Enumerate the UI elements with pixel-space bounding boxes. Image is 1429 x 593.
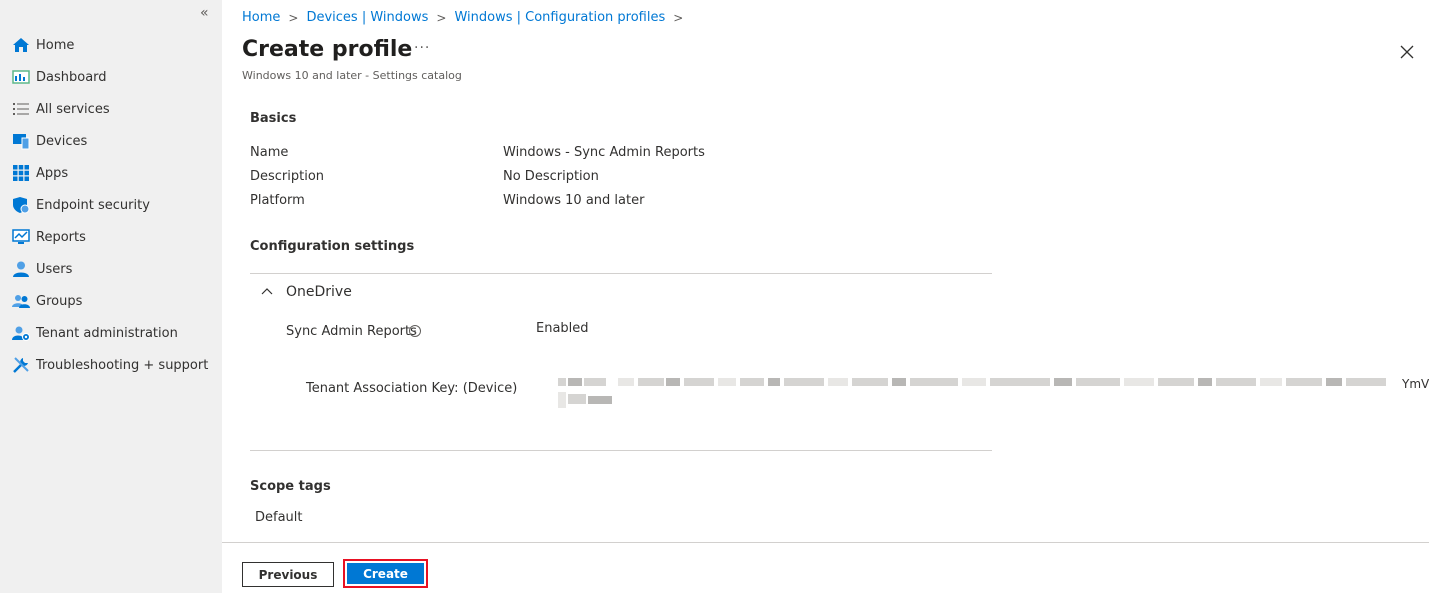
sidebar-item-label: All services bbox=[36, 101, 110, 117]
breadcrumb-home[interactable]: Home bbox=[242, 10, 280, 25]
chevron-right-icon: > bbox=[436, 10, 447, 25]
chevron-right-icon: > bbox=[288, 10, 299, 25]
redacted-key-value bbox=[558, 372, 1403, 416]
sidebar-item-apps[interactable]: Apps bbox=[0, 157, 222, 189]
breadcrumb-devices-windows[interactable]: Devices | Windows bbox=[306, 10, 428, 25]
sidebar-item-home[interactable]: Home bbox=[0, 29, 222, 61]
breadcrumb: Home > Devices | Windows > Windows | Con… bbox=[242, 10, 691, 25]
apps-icon bbox=[11, 163, 31, 183]
key-value-tail: YmV bbox=[1402, 377, 1429, 391]
list-icon bbox=[11, 99, 31, 119]
sidebar-item-devices[interactable]: Devices bbox=[0, 125, 222, 157]
sidebar-item-troubleshooting-support[interactable]: Troubleshooting + support bbox=[0, 349, 222, 381]
sidebar-item-users[interactable]: Users bbox=[0, 253, 222, 285]
chevron-right-icon: > bbox=[673, 10, 684, 25]
basics-section-title: Basics bbox=[250, 111, 297, 126]
sidebar-item-groups[interactable]: Groups bbox=[0, 285, 222, 317]
user-icon bbox=[11, 259, 31, 279]
reports-icon bbox=[11, 227, 31, 247]
collapse-sidebar-button[interactable]: « bbox=[200, 5, 209, 21]
name-value: Windows - Sync Admin Reports bbox=[503, 145, 705, 160]
chevron-up-icon[interactable] bbox=[260, 284, 274, 302]
sidebar-item-label: Users bbox=[36, 261, 73, 277]
dashboard-icon bbox=[11, 67, 31, 87]
sidebar-nav: Home Dashboard All services Devices Apps bbox=[0, 29, 222, 381]
shield-icon bbox=[11, 195, 31, 215]
info-icon[interactable] bbox=[408, 324, 422, 338]
sidebar-item-label: Reports bbox=[36, 229, 86, 245]
tools-icon bbox=[11, 355, 31, 375]
sync-admin-reports-value: Enabled bbox=[536, 321, 589, 336]
tenant-association-key-label: Tenant Association Key: (Device) bbox=[306, 381, 518, 396]
page-subtitle: Windows 10 and later - Settings catalog bbox=[242, 69, 462, 82]
sidebar-item-label: Tenant administration bbox=[36, 325, 178, 341]
main-panel: Home > Devices | Windows > Windows | Con… bbox=[222, 0, 1429, 593]
footer-divider bbox=[222, 542, 1429, 543]
close-icon[interactable] bbox=[1398, 43, 1416, 61]
sidebar-item-label: Apps bbox=[36, 165, 69, 181]
sidebar-item-label: Troubleshooting + support bbox=[36, 357, 209, 373]
sidebar: « Home Dashboard All services Devices Ap… bbox=[0, 0, 222, 593]
scope-tags-title: Scope tags bbox=[250, 479, 331, 494]
platform-label: Platform bbox=[250, 193, 305, 208]
groups-icon bbox=[11, 291, 31, 311]
sidebar-item-endpoint-security[interactable]: Endpoint security bbox=[0, 189, 222, 221]
previous-button[interactable]: Previous bbox=[242, 562, 334, 587]
sidebar-item-label: Home bbox=[36, 37, 75, 53]
home-icon bbox=[11, 35, 31, 55]
sidebar-item-dashboard[interactable]: Dashboard bbox=[0, 61, 222, 93]
sidebar-item-label: Devices bbox=[36, 133, 88, 149]
sidebar-item-reports[interactable]: Reports bbox=[0, 221, 222, 253]
configuration-settings-title: Configuration settings bbox=[250, 239, 415, 254]
breadcrumb-configuration-profiles[interactable]: Windows | Configuration profiles bbox=[454, 10, 665, 25]
sidebar-item-label: Dashboard bbox=[36, 69, 107, 85]
page-title: Create profile bbox=[242, 37, 413, 62]
section-divider bbox=[250, 273, 992, 274]
onedrive-group-label[interactable]: OneDrive bbox=[286, 284, 352, 300]
name-label: Name bbox=[250, 145, 289, 160]
more-options-button[interactable]: ··· bbox=[414, 40, 430, 56]
devices-icon bbox=[11, 131, 31, 151]
create-button[interactable]: Create bbox=[347, 563, 424, 584]
sidebar-item-label: Groups bbox=[36, 293, 83, 309]
section-divider bbox=[250, 450, 992, 451]
sidebar-item-tenant-administration[interactable]: Tenant administration bbox=[0, 317, 222, 349]
sidebar-item-all-services[interactable]: All services bbox=[0, 93, 222, 125]
create-button-highlight: Create bbox=[343, 559, 428, 588]
sidebar-item-label: Endpoint security bbox=[36, 197, 150, 213]
sync-admin-reports-label: Sync Admin Reports bbox=[286, 324, 417, 339]
scope-tag-value: Default bbox=[255, 510, 303, 525]
platform-value: Windows 10 and later bbox=[503, 193, 645, 208]
description-value: No Description bbox=[503, 169, 599, 184]
tenant-admin-icon bbox=[11, 323, 31, 343]
description-label: Description bbox=[250, 169, 325, 184]
